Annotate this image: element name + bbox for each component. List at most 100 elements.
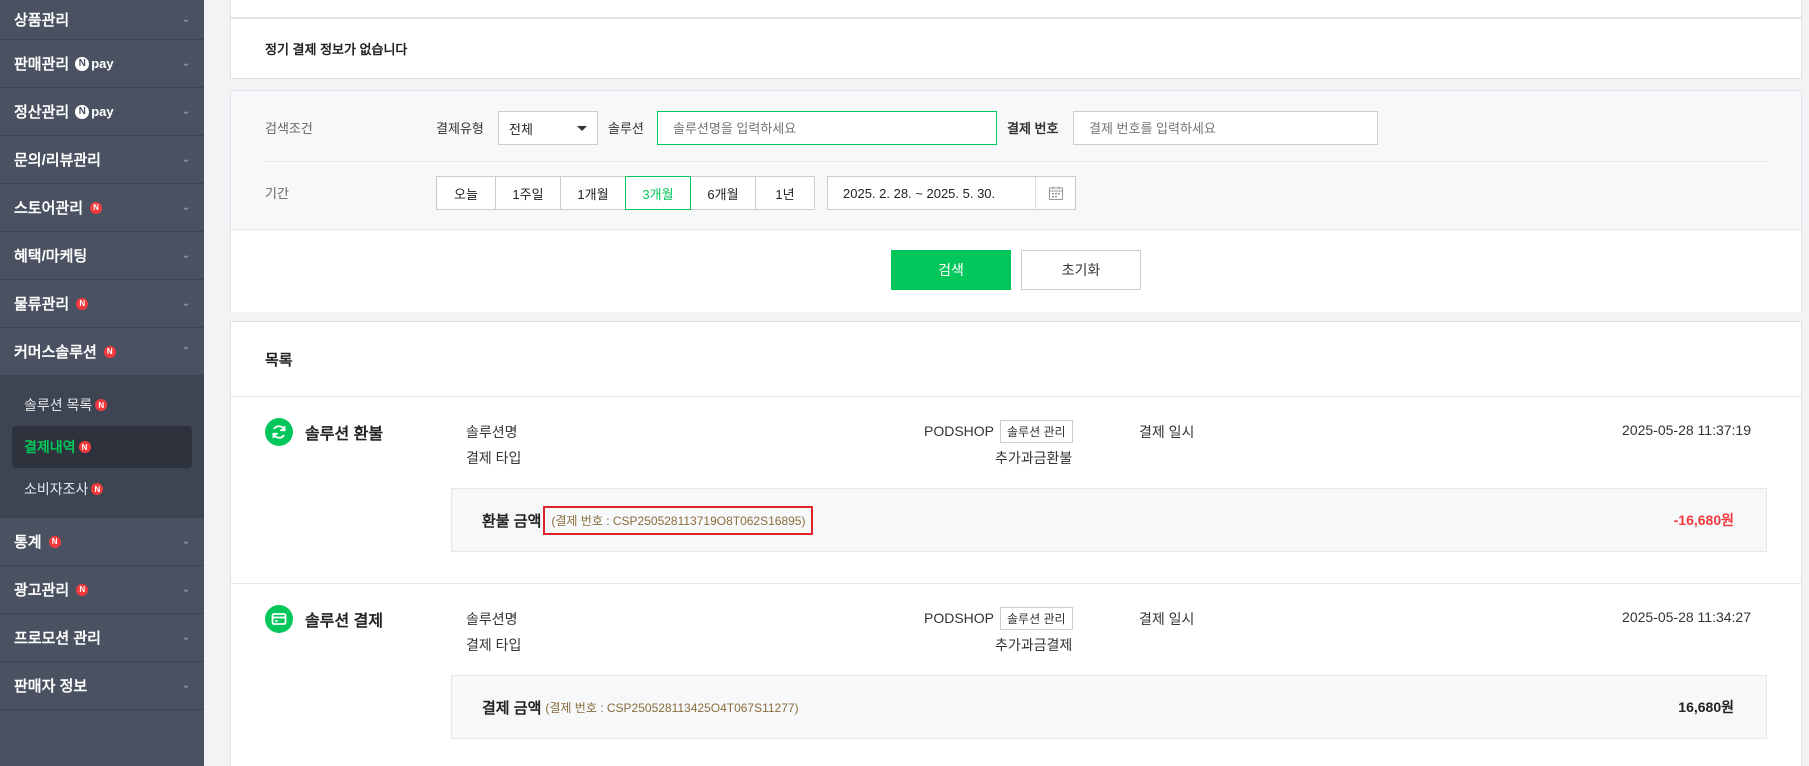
solution-manage-button[interactable]: 솔루션 관리 (1000, 420, 1073, 443)
chevron-down-icon: ⌄ (181, 584, 190, 595)
sidebar-item-label: 문의/리뷰관리 (14, 152, 101, 169)
entry-title: 솔루션 환불 (265, 418, 383, 446)
submenu-item-payment-history[interactable]: 결제내역 N (12, 426, 192, 468)
solution-name: PODSHOP (924, 423, 995, 439)
new-badge: N (76, 583, 89, 596)
solution-name-label: 솔루션명 (466, 424, 518, 440)
submenu-item-label: 솔루션 목록 (24, 397, 93, 413)
period-1year-button[interactable]: 1년 (755, 176, 815, 210)
npay-logo: Npay (75, 56, 114, 71)
search-button-area: 검색 초기화 (231, 229, 1801, 312)
solution-manage-button[interactable]: 솔루션 관리 (1000, 607, 1073, 630)
sidebar-item-commerce-solution[interactable]: 커머스솔루션 N ⌃ (0, 328, 204, 376)
amount-value: 16,680원 (1678, 699, 1734, 715)
subscription-notice-panel: 정기 결제 정보가 없습니다 (230, 18, 1802, 79)
pay-type-value: 추가과금결제 (995, 637, 1073, 653)
amount-box: 환불 금액 (결제 번호 : CSP250528113719O8T062S168… (451, 488, 1767, 552)
pay-date-label: 결제 일시 (1139, 611, 1195, 627)
pay-type-select[interactable]: 전체 (498, 111, 598, 145)
payment-number: (결제 번호 : CSP250528113425O4T067S11277) (545, 700, 799, 715)
pay-date-value: 2025-05-28 11:34:27 (1622, 609, 1751, 625)
chevron-down-icon: ⌄ (181, 154, 190, 165)
period-3month-button[interactable]: 3개월 (625, 176, 691, 210)
date-range-value: 2025. 2. 28. ~ 2025. 5. 30. (843, 185, 996, 201)
sidebar-item-label: 물류관리 (14, 296, 70, 313)
card-icon (265, 605, 293, 633)
list-panel: 목록 솔루션 환불 솔루션명 결제 타입 PODSHOP 솔루션 관리 추가과금환… (230, 321, 1802, 766)
solution-search-input[interactable] (657, 111, 997, 145)
period-1week-button[interactable]: 1주일 (495, 176, 561, 210)
search-button[interactable]: 검색 (891, 250, 1011, 290)
period-6month-button[interactable]: 6개월 (690, 176, 756, 210)
chevron-down-icon: ⌄ (181, 680, 190, 691)
submenu-item-label: 결제내역 (24, 439, 76, 455)
chevron-down-icon: ⌄ (181, 536, 190, 547)
sidebar-item-label: 판매자 정보 (14, 678, 88, 695)
sidebar-item-label: 프로모션 관리 (14, 630, 101, 647)
new-badge: N (78, 441, 91, 453)
reset-button[interactable]: 초기화 (1021, 250, 1141, 290)
search-condition-label: 검색조건 (265, 121, 313, 136)
list-title: 목록 (231, 322, 1801, 397)
chevron-down-icon: ⌄ (181, 58, 190, 69)
chevron-down-icon: ⌄ (181, 202, 190, 213)
sidebar-item-label: 혜택/마케팅 (14, 248, 88, 265)
npay-logo: Npay (75, 104, 114, 119)
sidebar-item-ads[interactable]: 광고관리 N ⌄ (0, 566, 204, 614)
solution-name-label: 솔루션명 (466, 611, 518, 627)
entry-title: 솔루션 결제 (265, 605, 383, 633)
solution-name-value: PODSHOP 솔루션 관리 (924, 607, 1073, 630)
paynum-search-input[interactable] (1073, 111, 1378, 145)
pay-type-value: 추가과금환불 (995, 450, 1073, 466)
divider (265, 161, 1767, 162)
sidebar-item-label: 광고관리 (14, 582, 70, 599)
chevron-down-icon: ⌄ (181, 298, 190, 309)
chevron-down-icon: ⌄ (181, 14, 190, 25)
submenu-item-consumer-survey[interactable]: 소비자조사 N (12, 468, 192, 510)
calendar-icon[interactable] (1035, 177, 1075, 209)
search-panel: 검색조건 결제유형 전체 솔루션 결제 번호 기간 오늘 1주일 1개월 3개월… (230, 90, 1802, 312)
list-item: 솔루션 결제 솔루션명 결제 타입 PODSHOP 솔루션 관리 추가과금결제 결… (231, 585, 1801, 766)
sidebar-item-label: 정산관리 (14, 104, 70, 121)
sidebar-item-store[interactable]: 스토어관리 N ⌄ (0, 184, 204, 232)
sidebar-item-label: 스토어관리 (14, 200, 84, 217)
sidebar-item-label: 판매관리 (14, 56, 70, 73)
sidebar-item-settlement[interactable]: 정산관리 Npay ⌄ (0, 88, 204, 136)
entry-title-text: 솔루션 결제 (305, 613, 384, 630)
solution-label: 솔루션 (608, 121, 644, 136)
entry-title-text: 솔루션 환불 (305, 426, 384, 443)
chevron-down-icon: ⌄ (181, 106, 190, 117)
pay-type-label: 결제 타입 (466, 637, 522, 653)
sidebar-item-seller-info[interactable]: 판매자 정보 ⌄ (0, 662, 204, 710)
chevron-down-icon: ⌄ (181, 632, 190, 643)
sidebar-item-label: 통계 (14, 534, 42, 551)
sidebar-item-sales[interactable]: 판매관리 Npay ⌄ (0, 40, 204, 88)
sidebar-item-products[interactable]: 상품관리 ⌄ (0, 0, 204, 40)
list-item: 솔루션 환불 솔루션명 결제 타입 PODSHOP 솔루션 관리 추가과금환불 결… (231, 398, 1801, 584)
submenu-commerce-solution: 솔루션 목록 N 결제내역 N 소비자조사 N (0, 376, 204, 518)
period-today-button[interactable]: 오늘 (436, 176, 496, 210)
solution-name: PODSHOP (924, 610, 995, 626)
pay-date-label: 결제 일시 (1139, 424, 1195, 440)
sidebar-item-promotion[interactable]: 프로모션 관리 ⌄ (0, 614, 204, 662)
sidebar-item-label: 상품관리 (14, 12, 70, 29)
divider (231, 583, 1801, 584)
new-badge: N (90, 201, 103, 214)
paynum-label: 결제 번호 (1007, 121, 1059, 136)
period-label: 기간 (265, 186, 289, 201)
solution-name-value: PODSHOP 솔루션 관리 (924, 420, 1073, 443)
sidebar-item-statistics[interactable]: 통계 N ⌄ (0, 518, 204, 566)
date-range-picker[interactable]: 2025. 2. 28. ~ 2025. 5. 30. (827, 176, 1076, 210)
sidebar-item-marketing[interactable]: 혜택/마케팅 ⌄ (0, 232, 204, 280)
new-badge: N (95, 399, 108, 411)
sidebar-item-inquiry-review[interactable]: 문의/리뷰관리 ⌄ (0, 136, 204, 184)
sidebar-item-logistics[interactable]: 물류관리 N ⌄ (0, 280, 204, 328)
main-content: 정기 결제 정보가 없습니다 검색조건 결제유형 전체 솔루션 결제 번호 기간… (230, 0, 1802, 766)
refresh-icon (265, 418, 293, 446)
sidebar: 상품관리 ⌄ 판매관리 Npay ⌄ 정산관리 Npay ⌄ 문의/리뷰관리 ⌄… (0, 0, 204, 766)
sidebar-item-label: 커머스솔루션 (14, 344, 97, 361)
caret-down-icon (577, 126, 587, 131)
period-1month-button[interactable]: 1개월 (560, 176, 626, 210)
amount-value: -16,680원 (1673, 512, 1734, 528)
submenu-item-solution-list[interactable]: 솔루션 목록 N (12, 384, 192, 426)
